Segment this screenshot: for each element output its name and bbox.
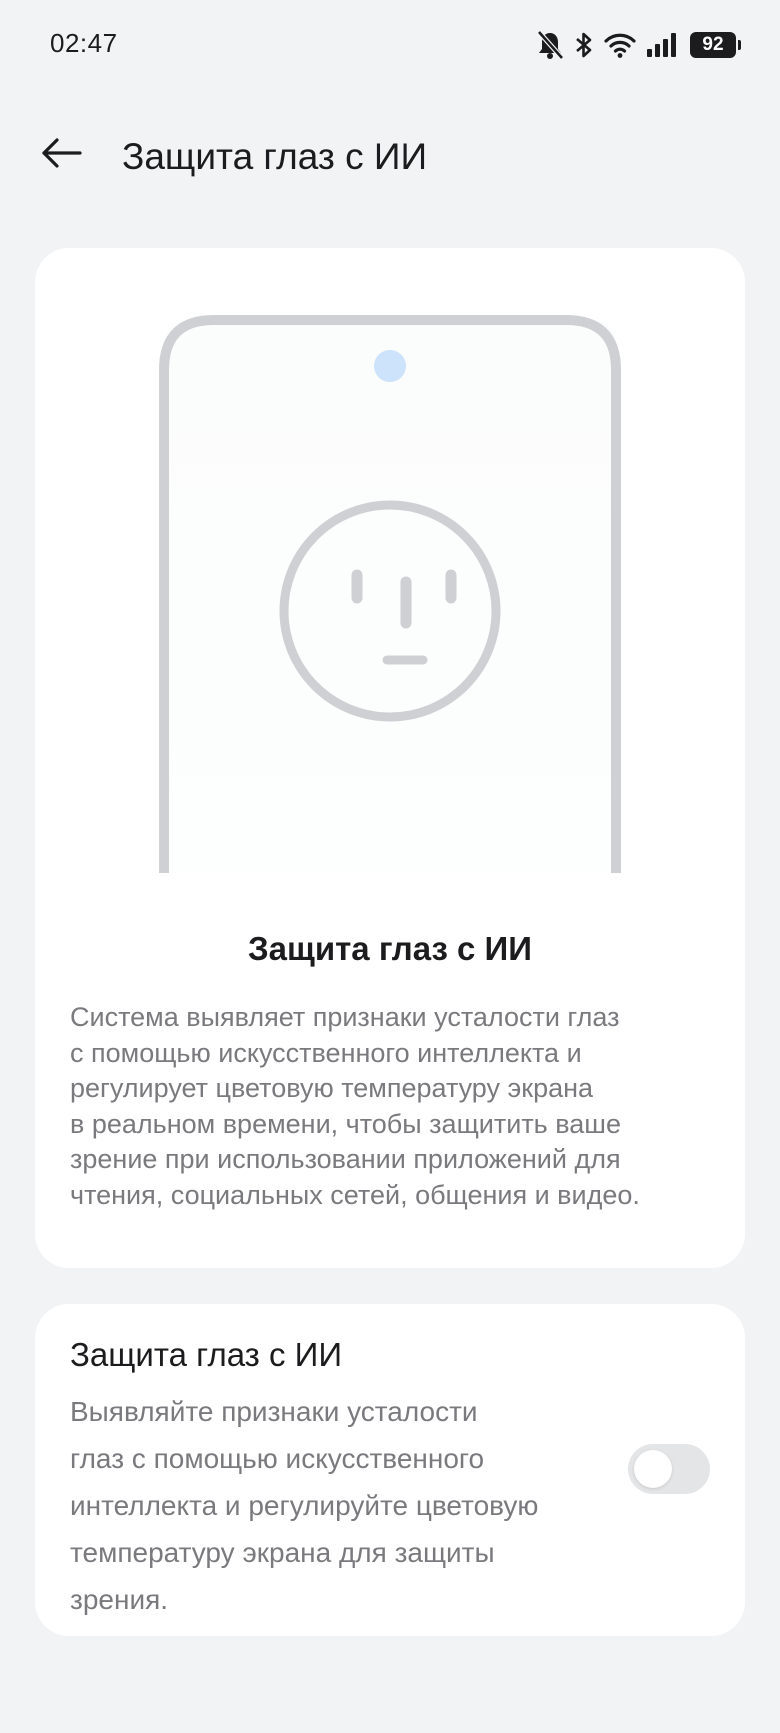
bell-off-icon bbox=[536, 30, 564, 60]
intro-description-line: в реальном времени, чтобы защитить ваше bbox=[70, 1108, 621, 1139]
setting-description-line: глаз с помощью искусственного bbox=[70, 1443, 485, 1474]
status-icons: 92 bbox=[536, 28, 741, 62]
setting-title: Защита глаз с ИИ bbox=[70, 1336, 343, 1373]
intro-description-line: Система выявляет признаки усталости глаз bbox=[70, 1002, 620, 1032]
arrow-left-icon bbox=[40, 137, 82, 174]
intro-description-line: регулирует цветовую температуру экрана bbox=[70, 1073, 594, 1103]
intro-description: Система выявляет признаки усталости глаз… bbox=[70, 1000, 720, 1213]
intro-description-line: с помощью искусственного интеллекта и bbox=[70, 1037, 582, 1068]
toggle-knob bbox=[634, 1450, 672, 1488]
wifi-icon bbox=[604, 31, 636, 59]
cellular-signal-icon bbox=[646, 31, 680, 59]
ai-eye-protection-toggle[interactable] bbox=[628, 1444, 710, 1494]
battery-level: 92 bbox=[702, 34, 724, 55]
camera-dot bbox=[374, 350, 406, 382]
header: Защита глаз с ИИ bbox=[0, 100, 780, 210]
setting-description: Выявляйте признаки усталости глаз с помо… bbox=[70, 1388, 590, 1623]
intro-title: Защита глаз с ИИ bbox=[247, 930, 532, 967]
ai-eye-protection-setting[interactable]: Защита глаз с ИИ Выявляйте признаки уста… bbox=[35, 1304, 745, 1636]
bluetooth-icon bbox=[574, 30, 594, 60]
status-bar: 02:47 92 bbox=[0, 0, 780, 90]
intro-description-line: зрение при использовании приложений для bbox=[70, 1144, 621, 1174]
battery-icon: 92 bbox=[690, 32, 741, 58]
intro-description-line: чтения, социальных сетей, общения и виде… bbox=[70, 1179, 640, 1210]
page-title: Защита глаз с ИИ bbox=[122, 136, 428, 177]
setting-description-line: Выявляйте признаки усталости bbox=[70, 1396, 478, 1427]
setting-description-line: температуру экрана для защиты bbox=[70, 1537, 495, 1568]
intro-card: Защита глаз с ИИ Система выявляет призна… bbox=[35, 248, 745, 1268]
setting-description-line: зрения. bbox=[70, 1584, 169, 1615]
status-time: 02:47 bbox=[50, 28, 118, 58]
setting-description-line: интеллекта и регулируйте цветовую bbox=[70, 1490, 539, 1521]
back-button[interactable] bbox=[36, 130, 86, 180]
phone-with-face-illustration bbox=[35, 248, 745, 888]
